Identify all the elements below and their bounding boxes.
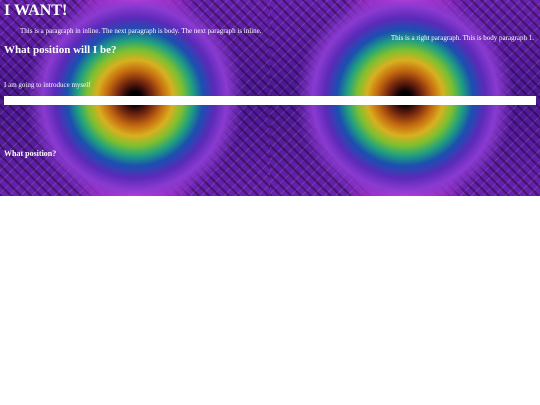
intro-text: I am going to introduce myself	[4, 81, 91, 89]
white-bar	[4, 96, 536, 105]
page-heading: I WANT!	[4, 2, 68, 19]
position-heading: What position will I be?	[4, 44, 117, 56]
inline-paragraph: This is a paragraph in inline. The next …	[20, 27, 262, 35]
question-text: What position?	[4, 149, 57, 158]
banner-content: I WANT! This is a paragraph in inline. T…	[0, 0, 540, 196]
background-banner: I WANT! This is a paragraph in inline. T…	[0, 0, 540, 196]
right-paragraph: This is a right paragraph. This is body …	[390, 34, 534, 42]
